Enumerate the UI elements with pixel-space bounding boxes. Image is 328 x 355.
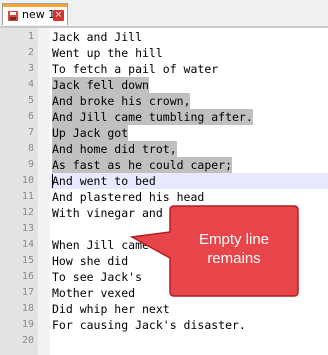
callout-text-line-1: Empty line <box>199 231 269 248</box>
callout: Empty line remains <box>129 205 299 297</box>
callout-text-line-2: remains <box>207 250 260 267</box>
